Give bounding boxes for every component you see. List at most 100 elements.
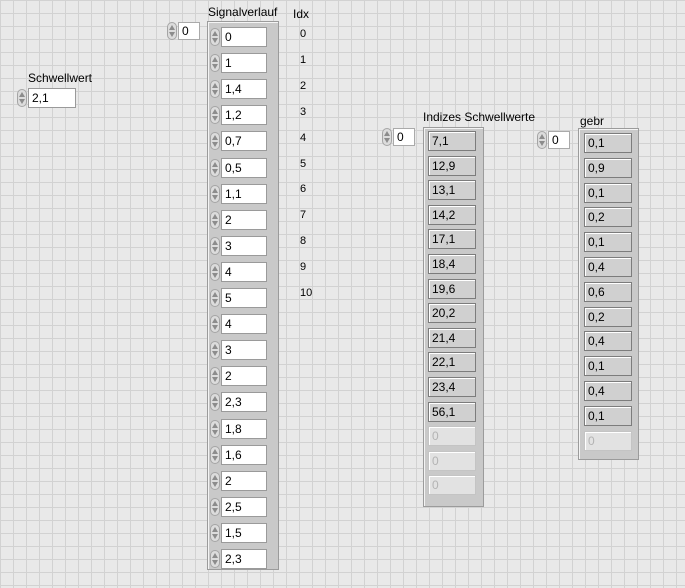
- spin-arrows-icon[interactable]: [210, 158, 220, 177]
- schwellwert-input[interactable]: 2,1: [28, 88, 76, 108]
- signalverlauf-value[interactable]: 2: [221, 470, 267, 491]
- schwellwert-control[interactable]: 2,1: [17, 88, 76, 108]
- signalverlauf-value[interactable]: 1,8: [221, 418, 267, 439]
- spin-arrows-icon[interactable]: [210, 315, 220, 334]
- spin-arrows-icon[interactable]: [210, 550, 220, 568]
- gebr-value: 0,1: [584, 356, 632, 377]
- spin-arrows-icon[interactable]: [210, 236, 220, 255]
- signalverlauf-value[interactable]: 3: [221, 340, 267, 361]
- spin-arrows-icon[interactable]: [210, 471, 220, 490]
- signalverlauf-value[interactable]: 2,5: [221, 496, 267, 517]
- signalverlauf-value[interactable]: 0,7: [221, 131, 267, 152]
- signalverlauf-value[interactable]: 2,3: [221, 549, 267, 569]
- signalverlauf-element[interactable]: 2: [210, 365, 267, 387]
- signalverlauf-value[interactable]: 2: [221, 209, 267, 230]
- indizes-value: 13,1: [428, 180, 476, 201]
- indizes-empty-value: 0: [428, 475, 476, 496]
- spin-arrows-icon[interactable]: [210, 497, 220, 516]
- indizes-empty-value: 0: [428, 450, 476, 471]
- signalverlauf-element[interactable]: 3: [210, 235, 267, 257]
- idx-value: 6: [300, 183, 307, 196]
- gebr-value: 0,4: [584, 331, 632, 352]
- signalverlauf-element[interactable]: 1,5: [210, 522, 267, 544]
- signalverlauf-element[interactable]: 1,8: [210, 418, 267, 440]
- spin-arrows-icon[interactable]: [210, 262, 220, 281]
- indizes-index-input[interactable]: 0: [393, 128, 415, 146]
- signalverlauf-element[interactable]: 2: [210, 470, 267, 492]
- spin-arrows-icon[interactable]: [210, 54, 220, 73]
- spin-arrows-icon[interactable]: [210, 523, 220, 542]
- indizes-value: 12,9: [428, 155, 476, 176]
- signalverlauf-element[interactable]: 1,4: [210, 78, 267, 100]
- spin-arrows-icon[interactable]: [210, 393, 220, 412]
- signalverlauf-element[interactable]: 1,1: [210, 183, 267, 205]
- gebr-index-input[interactable]: 0: [548, 131, 570, 149]
- signalverlauf-value[interactable]: 3: [221, 235, 267, 256]
- signalverlauf-value[interactable]: 1: [221, 53, 267, 74]
- signalverlauf-element[interactable]: 4: [210, 261, 267, 283]
- signalverlauf-value[interactable]: 5: [221, 288, 267, 308]
- signalverlauf-value[interactable]: 4: [221, 261, 267, 282]
- spin-arrows-icon[interactable]: [210, 106, 220, 125]
- signalverlauf-value[interactable]: 1,5: [221, 522, 267, 543]
- signalverlauf-value[interactable]: 4: [221, 314, 267, 335]
- signalverlauf-index-control[interactable]: 0: [167, 21, 200, 41]
- signalverlauf-value[interactable]: 2,3: [221, 392, 267, 413]
- signalverlauf-value[interactable]: 2: [221, 366, 267, 387]
- spin-arrows-icon[interactable]: [210, 341, 220, 360]
- idx-label: Idx: [293, 7, 310, 21]
- gebr-index-control[interactable]: 0: [537, 130, 570, 150]
- index-spin-arrows-icon[interactable]: [167, 22, 177, 40]
- indizes-value: 7,1: [428, 131, 476, 151]
- spin-arrows-icon[interactable]: [210, 132, 220, 151]
- signalverlauf-value[interactable]: 1,1: [221, 183, 267, 204]
- idx-value: 7: [300, 209, 307, 222]
- schwellwert-spin-arrows-icon[interactable]: [17, 89, 27, 107]
- signalverlauf-value[interactable]: 0: [221, 27, 267, 47]
- idx-value: 5: [300, 157, 307, 170]
- signalverlauf-element[interactable]: 3: [210, 339, 267, 361]
- signalverlauf-element[interactable]: 1,6: [210, 444, 267, 466]
- spin-arrows-icon[interactable]: [210, 367, 220, 386]
- idx-value: 8: [300, 235, 307, 248]
- spin-arrows-icon[interactable]: [210, 184, 220, 203]
- signalverlauf-element[interactable]: 0,7: [210, 130, 267, 152]
- indizes-index-control[interactable]: 0: [382, 127, 415, 147]
- index-spin-arrows-icon[interactable]: [537, 131, 547, 149]
- indizes-value: 21,4: [428, 327, 476, 348]
- signalverlauf-element[interactable]: 0,5: [210, 157, 267, 179]
- signalverlauf-value[interactable]: 1,6: [221, 444, 267, 465]
- signalverlauf-value[interactable]: 1,4: [221, 79, 267, 100]
- gebr-value: 0,4: [584, 381, 632, 401]
- idx-value: 1: [300, 53, 307, 66]
- indizes-value: 20,2: [428, 303, 476, 324]
- gebr-value: 0,1: [584, 133, 632, 153]
- signalverlauf-element[interactable]: 1,2: [210, 104, 267, 126]
- spin-arrows-icon[interactable]: [210, 210, 220, 229]
- signalverlauf-element[interactable]: 2: [210, 209, 267, 231]
- signalverlauf-element[interactable]: 2,5: [210, 496, 267, 518]
- signalverlauf-value[interactable]: 0,5: [221, 157, 267, 178]
- signalverlauf-index-input[interactable]: 0: [178, 22, 200, 40]
- signalverlauf-element[interactable]: 2,3: [210, 548, 267, 570]
- index-spin-arrows-icon[interactable]: [382, 128, 392, 146]
- signalverlauf-value[interactable]: 1,2: [221, 105, 267, 126]
- idx-value: 10: [300, 287, 313, 299]
- signalverlauf-element[interactable]: 4: [210, 313, 267, 335]
- signalverlauf-element[interactable]: 1: [210, 52, 267, 74]
- gebr-value: 0,1: [584, 405, 632, 426]
- spin-arrows-icon[interactable]: [210, 28, 220, 46]
- gebr-value: 0,1: [584, 182, 632, 203]
- spin-arrows-icon[interactable]: [210, 289, 220, 307]
- gebr-value: 0,9: [584, 157, 632, 178]
- indizes-schwellwerte-label: Indizes Schwellwerte: [423, 110, 536, 124]
- spin-arrows-icon[interactable]: [210, 419, 220, 438]
- signalverlauf-element[interactable]: 2,3: [210, 391, 267, 413]
- signalverlauf-element[interactable]: 0: [210, 26, 267, 48]
- schwellwert-label: Schwellwert: [28, 71, 93, 85]
- spin-arrows-icon[interactable]: [210, 445, 220, 464]
- idx-value: 4: [300, 131, 307, 144]
- spin-arrows-icon[interactable]: [210, 80, 220, 99]
- gebr-value: 0,2: [584, 306, 632, 327]
- signalverlauf-element[interactable]: 5: [210, 287, 267, 309]
